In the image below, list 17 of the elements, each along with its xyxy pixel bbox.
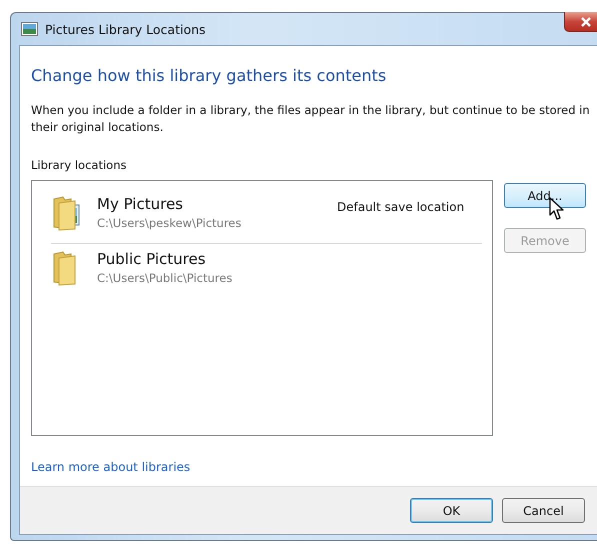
location-item[interactable]: My Pictures C:\Users\peskew\Pictures Default save location bbox=[51, 191, 482, 244]
folder-name: Public Pictures bbox=[97, 250, 207, 268]
description-text: When you include a folder in a library, the files appear in the library, but continue to be stored in their original locations. bbox=[31, 102, 591, 136]
folder-name: My Pictures bbox=[97, 195, 184, 213]
section-label: Library locations bbox=[31, 158, 128, 172]
dialog-heading: Change how this library gathers its contents bbox=[31, 66, 388, 85]
default-location-label: Default save location bbox=[337, 200, 464, 214]
folder-path: C:\Users\Public\Pictures bbox=[97, 271, 232, 285]
folder-path: C:\Users\peskew\Pictures bbox=[97, 216, 242, 230]
window-title: Pictures Library Locations bbox=[45, 22, 206, 36]
close-button[interactable] bbox=[564, 12, 597, 32]
learn-more-link[interactable]: Learn more about libraries bbox=[31, 460, 190, 474]
picture-icon bbox=[21, 22, 38, 36]
cancel-button[interactable]: Cancel bbox=[502, 498, 585, 523]
ok-button[interactable]: OK bbox=[410, 498, 493, 523]
location-item[interactable]: Public Pictures C:\Users\Public\Pictures bbox=[51, 246, 482, 299]
close-icon bbox=[580, 16, 592, 26]
